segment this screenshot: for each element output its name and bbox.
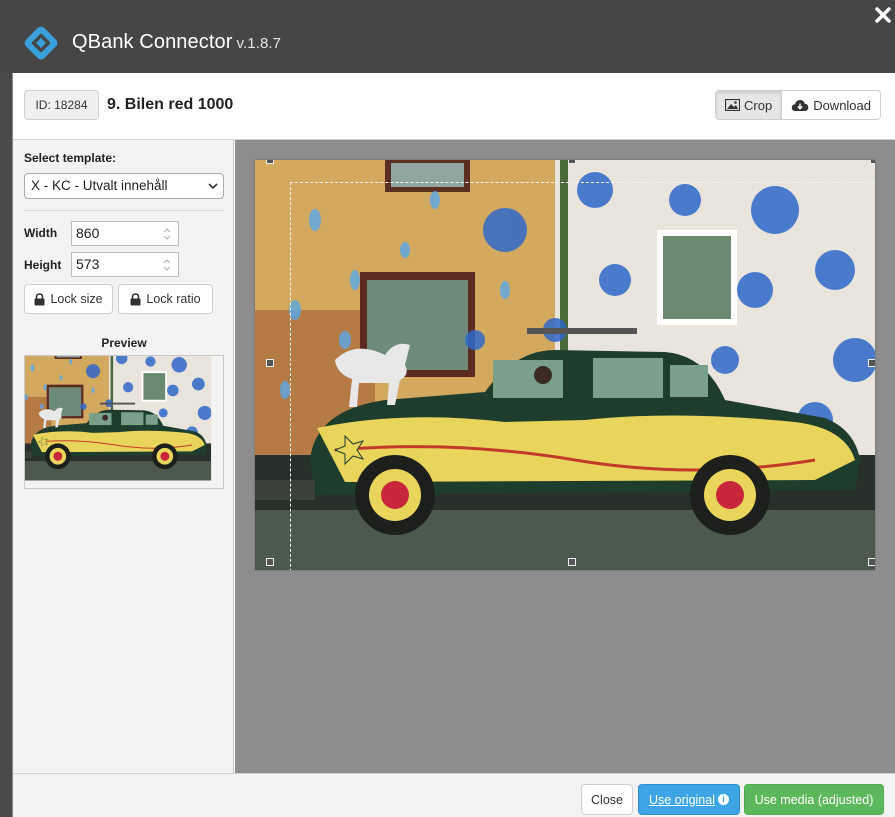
width-value: 860 <box>76 225 100 241</box>
preview-image <box>24 355 224 489</box>
crop-label: Crop <box>744 97 773 113</box>
crop-handle-se[interactable] <box>868 558 875 566</box>
app-title: QBank Connector v.1.8.7 <box>72 31 281 54</box>
app-window: QBank Connector v.1.8.7 ID: 18284 9. Bile… <box>0 0 895 817</box>
lock-size-button[interactable]: Lock size <box>24 284 113 314</box>
crop-handle-nw[interactable] <box>266 160 274 164</box>
lock-icon <box>130 292 141 305</box>
crop-button[interactable]: Crop <box>716 91 782 119</box>
crop-selection[interactable] <box>290 182 875 570</box>
crop-handle-n[interactable] <box>568 160 576 164</box>
info-icon: i <box>718 794 729 805</box>
qbank-logo-icon <box>24 26 58 60</box>
dialog-body: ID: 18284 9. Bilen red 1000 Crop Downloa… <box>12 73 895 817</box>
spinner-icon[interactable] <box>163 258 171 272</box>
lock-ratio-button[interactable]: Lock ratio <box>118 284 213 314</box>
media-id-badge: ID: 18284 <box>24 90 99 120</box>
crop-handle-w[interactable] <box>266 359 274 367</box>
crop-handle-s[interactable] <box>568 558 576 566</box>
crop-canvas <box>235 140 895 773</box>
mode-toggle-group: Crop Download <box>715 90 882 120</box>
lock-size-label: Lock size <box>50 292 103 306</box>
close-icon[interactable] <box>872 4 894 26</box>
crop-handle-ne[interactable] <box>870 160 875 164</box>
app-version: v.1.8.7 <box>236 35 282 52</box>
template-selected-value: X - KC - Utvalt innehåll <box>31 178 168 193</box>
media-header: ID: 18284 9. Bilen red 1000 Crop Downloa… <box>13 73 895 140</box>
image-icon <box>725 99 740 111</box>
height-label: Height <box>24 258 62 272</box>
lock-icon <box>34 292 45 305</box>
title-bar: QBank Connector v.1.8.7 <box>0 0 895 73</box>
spinner-icon[interactable] <box>163 227 171 241</box>
preview-label: Preview <box>101 336 147 350</box>
height-value: 573 <box>76 256 100 272</box>
lock-ratio-label: Lock ratio <box>146 292 201 306</box>
dialog-footer: Close Use original i Use media (adjusted… <box>13 773 895 817</box>
template-select[interactable]: X - KC - Utvalt innehåll <box>24 173 224 199</box>
crop-handle-e[interactable] <box>868 359 875 367</box>
height-input[interactable]: 573 <box>71 252 179 277</box>
width-label: Width <box>24 226 58 240</box>
media-title: 9. Bilen red 1000 <box>107 96 234 113</box>
template-label: Select template: <box>24 151 117 165</box>
use-media-adjusted-button[interactable]: Use media (adjusted) <box>744 784 884 815</box>
settings-sidebar: Select template: X - KC - Utvalt innehål… <box>13 140 234 773</box>
width-input[interactable]: 860 <box>71 221 179 246</box>
cloud-download-icon <box>791 99 809 111</box>
chevron-down-icon <box>208 183 218 190</box>
use-original-label: Use original <box>648 792 715 807</box>
preview-thumbnail <box>25 356 223 488</box>
download-label: Download <box>813 97 872 113</box>
use-original-button[interactable]: Use original i <box>638 784 740 815</box>
source-image <box>255 160 875 570</box>
download-button[interactable]: Download <box>781 91 881 119</box>
app-name: QBank Connector <box>72 31 233 53</box>
close-button[interactable]: Close <box>581 784 633 815</box>
divider <box>24 210 224 211</box>
crop-handle-sw[interactable] <box>266 558 274 566</box>
